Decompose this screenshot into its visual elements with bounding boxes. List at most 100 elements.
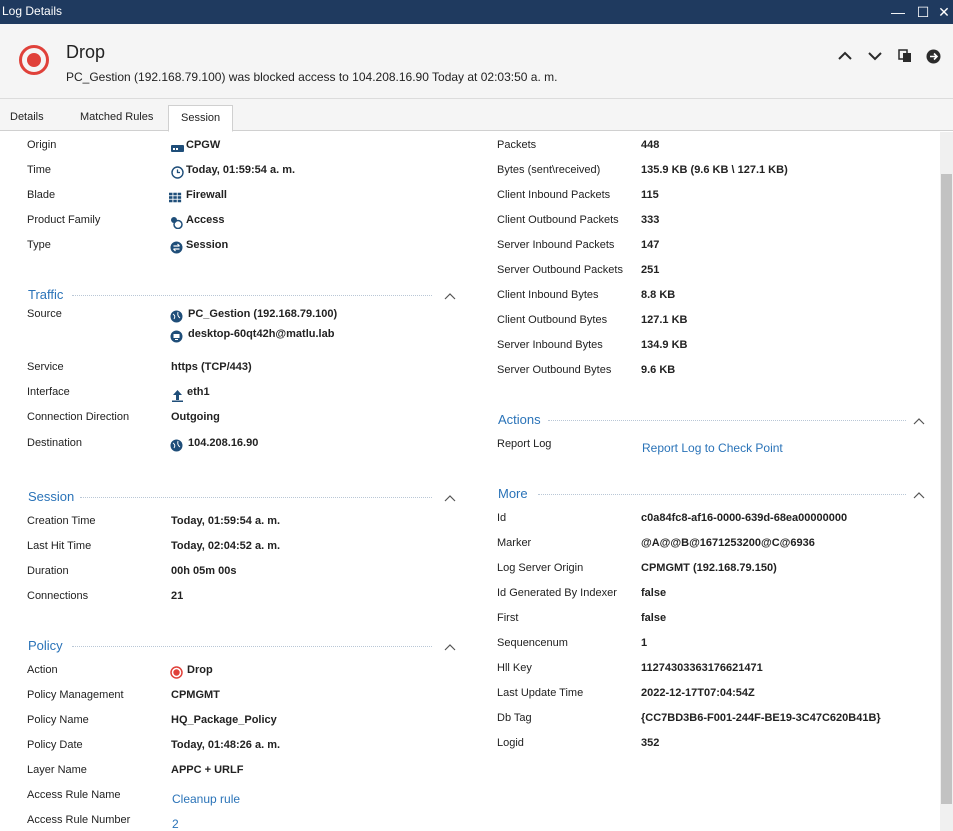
- globe-icon: [170, 310, 183, 323]
- vertical-scrollbar[interactable]: [940, 132, 953, 831]
- product-family-value: Access: [186, 214, 225, 226]
- policy-collapse-chevron-icon[interactable]: [443, 642, 457, 652]
- origin-label: Origin: [27, 139, 57, 151]
- destination-label: Destination: [27, 437, 83, 449]
- policy-divider: [72, 646, 432, 647]
- interface-value: eth1: [187, 386, 210, 398]
- connection-direction-value: Outgoing: [171, 411, 220, 423]
- tab-details[interactable]: Details: [10, 111, 44, 123]
- time-value: Today, 01:59:54 a. m.: [186, 164, 296, 176]
- chevron-down-icon: [868, 52, 882, 61]
- globe-icon: [170, 439, 183, 452]
- creation-time-label: Creation Time: [27, 515, 96, 527]
- packets-label: Packets: [497, 139, 537, 151]
- tab-bar: Details Matched Rules Session: [0, 99, 953, 132]
- close-button[interactable]: ✕: [934, 2, 953, 22]
- session-icon: [170, 241, 183, 254]
- origin-value: CPGW: [186, 139, 221, 151]
- log-title: Drop: [66, 42, 106, 62]
- tab-matched-rules[interactable]: Matched Rules: [80, 111, 153, 123]
- next-log-button[interactable]: [865, 46, 885, 66]
- navigate-button[interactable]: [923, 46, 943, 66]
- type-label: Type: [27, 239, 51, 251]
- traffic-collapse-chevron-icon[interactable]: [443, 291, 457, 301]
- maximize-button[interactable]: ☐: [913, 2, 933, 22]
- service-value: https (TCP/443): [171, 361, 252, 373]
- previous-log-button[interactable]: [835, 46, 855, 66]
- blade-value: Firewall: [186, 189, 227, 201]
- marker-label: Marker: [497, 537, 532, 549]
- tab-session[interactable]: Session: [168, 105, 234, 132]
- bytes-label: Bytes (sent\received): [497, 164, 601, 176]
- id-value: c0a84fc8-af16-0000-639d-68ea00000000: [641, 512, 848, 524]
- log-description: PC_Gestion (192.168.79.100) was blocked …: [66, 70, 558, 84]
- drop-icon: [170, 666, 183, 679]
- server-outbound-packets-label: Server Outbound Packets: [497, 264, 623, 276]
- gateway-icon: [171, 145, 184, 152]
- product-family-label: Product Family: [27, 214, 101, 226]
- client-outbound-bytes-label: Client Outbound Bytes: [497, 314, 608, 326]
- more-collapse-chevron-icon[interactable]: [912, 490, 926, 500]
- actions-collapse-chevron-icon[interactable]: [912, 416, 926, 426]
- duration-value: 00h 05m 00s: [171, 565, 237, 577]
- marker-value: @A@@B@1671253200@C@6936: [641, 537, 815, 549]
- hll-key-label: Hll Key: [497, 662, 532, 674]
- server-inbound-bytes-value: 134.9 KB: [641, 339, 688, 351]
- session-divider: [80, 497, 432, 498]
- creation-time-value: Today, 01:59:54 a. m.: [171, 515, 281, 527]
- log-server-origin-label: Log Server Origin: [497, 562, 584, 574]
- session-collapse-chevron-icon[interactable]: [443, 493, 457, 503]
- more-divider: [538, 494, 906, 495]
- report-log-link[interactable]: Report Log to Check Point: [642, 441, 783, 455]
- last-hit-time-value: Today, 02:04:52 a. m.: [171, 540, 281, 552]
- log-server-origin-value: CPMGMT (192.168.79.150): [641, 562, 777, 574]
- window-titlebar: Log Details — ☐ ✕: [0, 0, 953, 24]
- client-inbound-packets-value: 115: [641, 189, 659, 201]
- access-rule-number-link[interactable]: 2: [172, 817, 179, 831]
- interface-label: Interface: [27, 386, 70, 398]
- id-label: Id: [497, 512, 507, 524]
- actions-divider: [548, 420, 906, 421]
- client-outbound-bytes-value: 127.1 KB: [641, 314, 688, 326]
- source-user-value: desktop-60qt42h@matlu.lab: [188, 328, 335, 340]
- blade-label: Blade: [27, 189, 56, 201]
- logid-label: Logid: [497, 737, 524, 749]
- source-label: Source: [27, 308, 62, 320]
- traffic-section-title: Traffic: [28, 287, 64, 302]
- minimize-button[interactable]: —: [888, 2, 908, 22]
- policy-name-label: Policy Name: [27, 714, 89, 726]
- server-inbound-bytes-label: Server Inbound Bytes: [497, 339, 603, 351]
- last-update-time-label: Last Update Time: [497, 687, 584, 699]
- policy-management-value: CPMGMT: [171, 689, 220, 701]
- server-outbound-packets-value: 251: [641, 264, 660, 276]
- last-update-time-value: 2022-12-17T07:04:54Z: [641, 687, 755, 699]
- sequencenum-value: 1: [641, 637, 648, 649]
- access-icon: [171, 217, 183, 229]
- id-generated-by-indexer-label: Id Generated By Indexer: [497, 587, 617, 599]
- last-hit-time-label: Last Hit Time: [27, 540, 92, 552]
- connection-direction-label: Connection Direction: [27, 411, 130, 423]
- policy-management-label: Policy Management: [27, 689, 124, 701]
- service-label: Service: [27, 361, 64, 373]
- destination-value: 104.208.16.90: [188, 437, 259, 449]
- clock-icon: [171, 166, 184, 179]
- logid-value: 352: [641, 737, 660, 749]
- client-inbound-packets-label: Client Inbound Packets: [497, 189, 611, 201]
- scrollbar-thumb[interactable]: [941, 174, 952, 804]
- actions-section-title: Actions: [498, 412, 541, 427]
- session-section-title: Session: [28, 489, 75, 504]
- access-rule-number-label: Access Rule Number: [27, 814, 131, 826]
- copy-button[interactable]: [895, 46, 915, 66]
- server-outbound-bytes-value: 9.6 KB: [641, 364, 676, 376]
- action-value: Drop: [187, 664, 213, 676]
- client-outbound-packets-label: Client Outbound Packets: [497, 214, 619, 226]
- source-value: PC_Gestion (192.168.79.100): [188, 308, 338, 320]
- db-tag-label: Db Tag: [497, 712, 532, 724]
- access-rule-name-link[interactable]: Cleanup rule: [172, 792, 240, 806]
- first-label: First: [497, 612, 519, 624]
- drop-icon: [19, 45, 49, 75]
- db-tag-value: {CC7BD3B6-F001-244F-BE19-3C47C620B41B}: [641, 712, 881, 724]
- policy-date-value: Today, 01:48:26 a. m.: [171, 739, 281, 751]
- packets-value: 448: [641, 139, 660, 151]
- computer-icon: [170, 330, 183, 343]
